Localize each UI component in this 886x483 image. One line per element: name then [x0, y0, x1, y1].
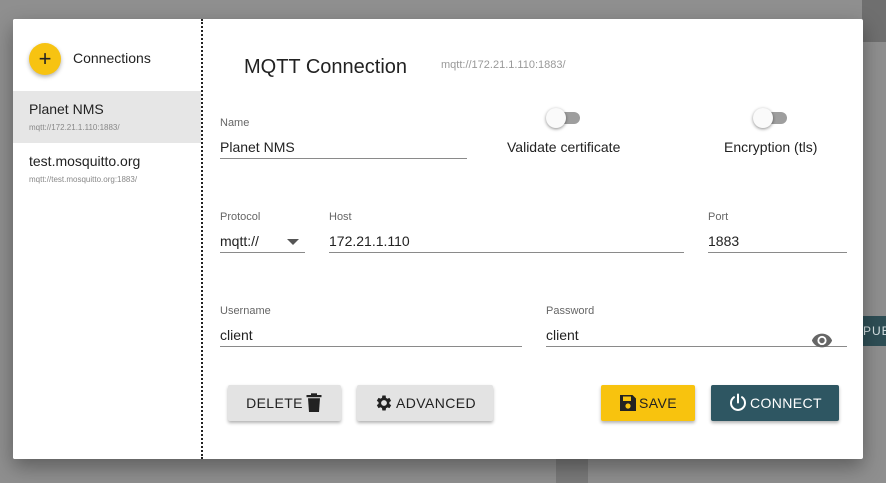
connection-url-header: mqtt://172.21.1.110:1883/: [441, 59, 566, 71]
validate-certificate-label: Validate certificate: [507, 139, 621, 155]
eye-icon[interactable]: [811, 332, 833, 353]
password-label: Password: [546, 305, 595, 317]
encryption-toggle[interactable]: [753, 108, 789, 128]
toggle-thumb: [546, 108, 566, 128]
add-connection-button[interactable]: +: [29, 43, 61, 75]
protocol-field: Protocol: [220, 211, 305, 255]
port-input[interactable]: [708, 229, 847, 253]
chevron-down-icon[interactable]: [287, 239, 299, 245]
encryption-label: Encryption (tls): [724, 139, 818, 155]
port-label: Port: [708, 211, 729, 223]
password-input[interactable]: [546, 323, 847, 347]
delete-button[interactable]: DELETE: [228, 385, 341, 421]
delete-button-label: DELETE: [246, 395, 303, 411]
protocol-label: Protocol: [220, 211, 261, 223]
connection-item-test-mosquitto[interactable]: test.mosquitto.org mqtt://test.mosquitto…: [13, 143, 201, 195]
name-input[interactable]: [220, 135, 467, 159]
advanced-button-label: ADVANCED: [396, 395, 476, 411]
username-input[interactable]: [220, 323, 522, 347]
host-label: Host: [329, 211, 352, 223]
connect-button[interactable]: CONNECT: [711, 385, 839, 421]
host-field: Host: [329, 211, 684, 255]
validate-certificate-toggle[interactable]: [546, 108, 582, 128]
password-field: Password: [546, 305, 847, 349]
username-label: Username: [220, 305, 271, 317]
gear-icon: [374, 393, 394, 413]
plus-icon: +: [38, 46, 52, 71]
background-panel: [862, 0, 886, 42]
background-block: [556, 459, 588, 483]
background-publish-button: PUB: [862, 316, 886, 346]
page-title: MQTT Connection: [244, 56, 408, 78]
connection-dialog: + Connections Planet NMS mqtt://172.21.1…: [13, 19, 863, 459]
save-button-label: SAVE: [639, 395, 677, 411]
sidebar-divider: [201, 19, 203, 459]
connection-name: test.mosquitto.org: [29, 153, 141, 169]
connection-url: mqtt://172.21.1.110:1883/: [29, 123, 120, 132]
toggle-thumb: [753, 108, 773, 128]
power-icon: [728, 393, 748, 413]
floppy-disk-icon: [619, 394, 637, 412]
connect-button-label: CONNECT: [749, 395, 823, 411]
connections-sidebar: + Connections Planet NMS mqtt://172.21.1…: [13, 19, 201, 459]
name-label: Name: [220, 117, 250, 129]
advanced-button[interactable]: ADVANCED: [357, 385, 493, 421]
trash-icon: [305, 393, 323, 413]
connection-url: mqtt://test.mosquitto.org:1883/: [29, 175, 138, 184]
background-strip: [0, 459, 886, 483]
username-field: Username: [220, 305, 522, 349]
sidebar-title: Connections: [73, 50, 151, 66]
save-button[interactable]: SAVE: [601, 385, 695, 421]
name-field: Name: [220, 117, 467, 161]
host-input[interactable]: [329, 229, 684, 253]
port-field: Port: [708, 211, 847, 255]
connection-item-planet-nms[interactable]: Planet NMS mqtt://172.21.1.110:1883/: [13, 91, 201, 143]
connection-name: Planet NMS: [29, 101, 104, 117]
